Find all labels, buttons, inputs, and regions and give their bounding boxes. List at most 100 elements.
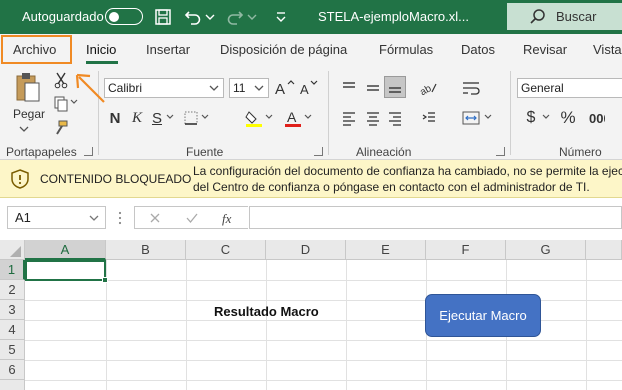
column-header[interactable]: G xyxy=(506,240,586,260)
svg-text:ab: ab xyxy=(420,83,434,96)
row-header-partial[interactable] xyxy=(0,380,25,390)
column-header[interactable]: A xyxy=(25,240,106,260)
format-painter-icon[interactable] xyxy=(50,117,72,139)
redo-dropdown-icon[interactable] xyxy=(246,6,258,28)
fill-handle[interactable] xyxy=(102,277,108,283)
percent-button[interactable]: % xyxy=(557,107,579,129)
run-macro-button[interactable]: Ejecutar Macro xyxy=(425,294,541,337)
autosave-label: Autoguardado xyxy=(22,9,104,24)
tab-datos[interactable]: Datos xyxy=(461,42,495,57)
name-box-value: A1 xyxy=(15,210,31,225)
underline-dropdown-icon[interactable] xyxy=(165,110,175,124)
font-launcher-icon[interactable] xyxy=(314,147,323,156)
borders-icon[interactable] xyxy=(180,107,202,129)
cut-icon[interactable] xyxy=(50,69,72,91)
cancel-icon[interactable] xyxy=(149,212,161,224)
paste-label[interactable]: Pegar xyxy=(13,107,45,121)
number-group-label: Número xyxy=(559,145,602,159)
row-header[interactable]: 1 xyxy=(0,260,25,280)
font-name-value: Calibri xyxy=(108,81,143,95)
align-bottom-icon[interactable] xyxy=(384,76,406,98)
undo-dropdown-icon[interactable] xyxy=(204,6,216,28)
column-header[interactable]: C xyxy=(186,240,266,260)
font-color-icon[interactable]: A xyxy=(282,107,304,129)
bold-button[interactable]: N xyxy=(104,107,126,129)
column-header[interactable]: B xyxy=(106,240,186,260)
decrease-font-icon[interactable]: A xyxy=(298,77,320,99)
merge-dropdown-icon[interactable] xyxy=(483,110,493,124)
align-left-icon[interactable] xyxy=(338,107,360,129)
save-icon[interactable] xyxy=(152,6,174,28)
customize-quick-access-icon[interactable] xyxy=(270,6,292,28)
row-header[interactable]: 3 xyxy=(0,300,25,320)
column-header[interactable]: D xyxy=(266,240,346,260)
wrap-text-icon[interactable] xyxy=(460,77,482,99)
clipboard-group-label: Portapapeles xyxy=(6,145,77,159)
insert-function-icon[interactable]: fx xyxy=(221,210,237,226)
autosave-toggle[interactable] xyxy=(105,8,143,25)
undo-icon[interactable] xyxy=(182,6,204,28)
formula-input[interactable] xyxy=(249,206,622,229)
tab-insertar[interactable]: Insertar xyxy=(146,42,190,57)
active-cell[interactable] xyxy=(25,260,108,283)
row-header[interactable]: 5 xyxy=(0,340,25,360)
toggle-knob xyxy=(109,11,119,22)
borders-dropdown-icon[interactable] xyxy=(200,110,210,124)
clipboard-launcher-icon[interactable] xyxy=(84,147,93,156)
font-size-combo[interactable]: 11 xyxy=(229,78,269,98)
tab-disposicion-pagina[interactable]: Disposición de página xyxy=(220,42,347,57)
ribbon-tabs: Archivo Inicio Insertar Disposición de p… xyxy=(0,34,622,65)
row-header[interactable]: 2 xyxy=(0,280,25,300)
cell-d3[interactable]: Resultado Macro xyxy=(214,304,319,319)
align-middle-icon[interactable] xyxy=(362,77,384,99)
search-box[interactable]: Buscar xyxy=(507,3,622,30)
merge-center-icon[interactable] xyxy=(460,107,482,129)
tab-revisar[interactable]: Revisar xyxy=(523,42,567,57)
copy-dropdown-icon[interactable] xyxy=(68,96,80,108)
tab-formulas[interactable]: Fórmulas xyxy=(379,42,433,57)
orientation-icon[interactable]: ab xyxy=(418,77,440,99)
indent-icon[interactable] xyxy=(418,107,440,129)
gridline xyxy=(25,360,622,361)
more-options-icon[interactable] xyxy=(118,210,122,226)
column-header[interactable]: F xyxy=(426,240,506,260)
increase-font-icon[interactable]: A xyxy=(274,77,296,99)
active-tab-indicator xyxy=(86,61,118,64)
tab-archivo[interactable]: Archivo xyxy=(13,42,56,57)
svg-text:A: A xyxy=(287,109,297,125)
gridline xyxy=(25,280,622,281)
font-name-combo[interactable]: Calibri xyxy=(104,78,224,98)
tab-vista[interactable]: Vista xyxy=(593,42,622,57)
paste-icon[interactable] xyxy=(14,71,44,107)
redo-icon[interactable] xyxy=(224,6,246,28)
paste-dropdown-icon[interactable] xyxy=(17,123,31,135)
column-header[interactable]: E xyxy=(346,240,426,260)
italic-button[interactable]: K xyxy=(126,107,148,129)
number-format-combo[interactable]: General xyxy=(517,78,622,98)
title-bar: Autoguardado STELA-ejemploMacro.xl... Bu… xyxy=(0,0,622,34)
alignment-launcher-icon[interactable] xyxy=(496,147,505,156)
fill-color-icon[interactable] xyxy=(243,107,265,129)
align-center-icon[interactable] xyxy=(362,107,384,129)
gridline xyxy=(25,340,622,341)
thousands-separator-icon[interactable]: 000 xyxy=(586,107,608,129)
row-header[interactable]: 6 xyxy=(0,360,25,380)
security-message-bar: CONTENIDO BLOQUEADO La configuración del… xyxy=(0,160,622,198)
align-top-icon[interactable] xyxy=(338,77,360,99)
currency-dropdown-icon[interactable] xyxy=(541,110,551,124)
column-header-partial[interactable] xyxy=(586,240,622,260)
enter-icon[interactable] xyxy=(185,212,199,224)
currency-button[interactable]: $ xyxy=(520,107,542,129)
select-all-corner[interactable] xyxy=(0,240,25,260)
message-title: CONTENIDO BLOQUEADO xyxy=(40,172,192,186)
align-right-icon[interactable] xyxy=(384,107,406,129)
group-separator xyxy=(510,71,511,155)
row-header[interactable]: 4 xyxy=(0,320,25,340)
font-size-value: 11 xyxy=(233,81,246,95)
tab-inicio[interactable]: Inicio xyxy=(86,42,116,57)
name-box[interactable]: A1 xyxy=(7,206,106,229)
chevron-down-icon xyxy=(209,85,219,91)
shield-warning-icon xyxy=(11,169,29,189)
font-color-dropdown-icon[interactable] xyxy=(303,110,313,124)
fill-color-dropdown-icon[interactable] xyxy=(264,110,274,124)
